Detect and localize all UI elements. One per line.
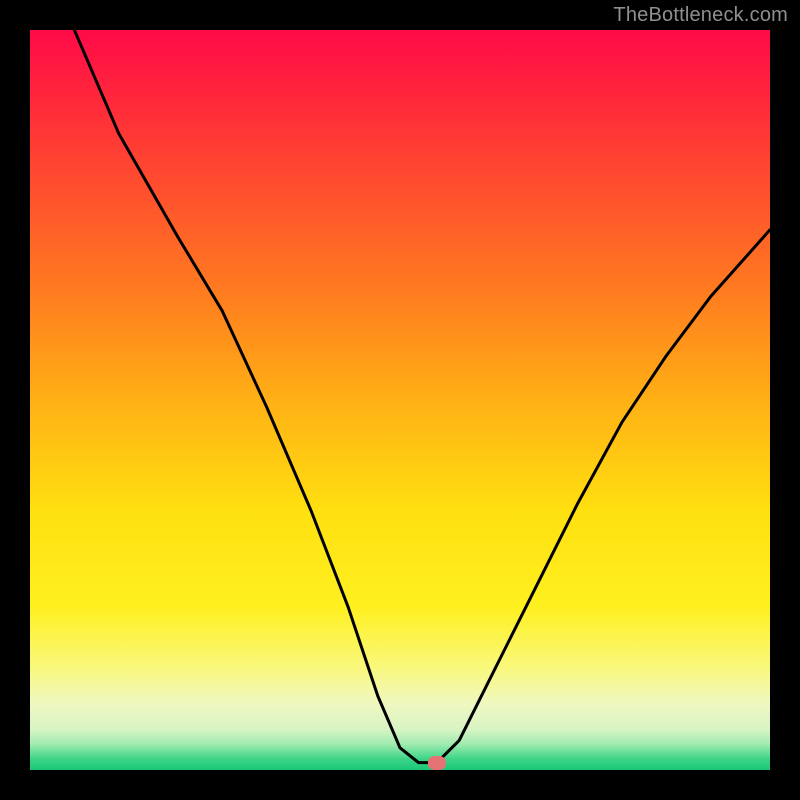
chart-svg [30,30,770,770]
chart-frame: TheBottleneck.com [0,0,800,800]
plot-area [30,30,770,770]
watermark-text: TheBottleneck.com [613,4,788,27]
gradient-background [30,30,770,770]
optimum-marker [428,756,446,770]
